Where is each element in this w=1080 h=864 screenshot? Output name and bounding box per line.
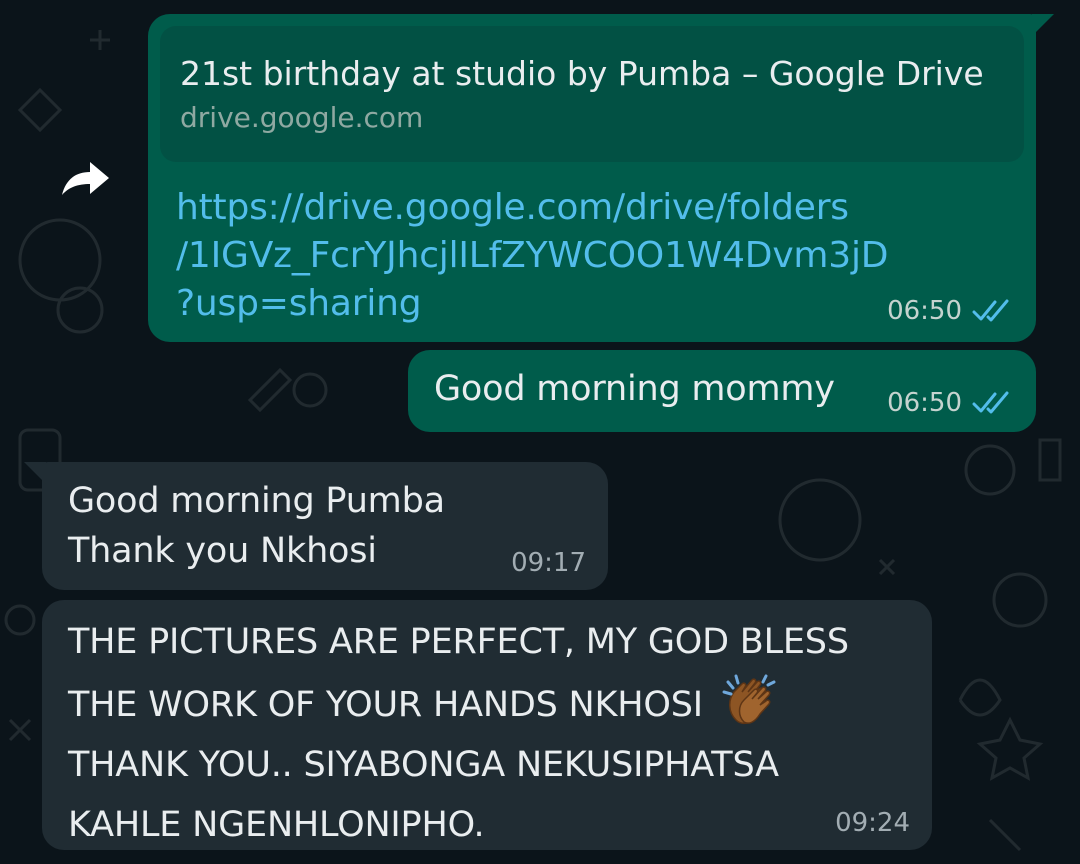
bubble-tail <box>1032 14 1054 36</box>
message-meta: 06:50 <box>887 296 1014 326</box>
message-link[interactable]: https://drive.google.com/drive/folders /… <box>176 184 996 328</box>
message-text: THE PICTURES ARE PERFECT, MY GOD BLESS T… <box>68 612 908 855</box>
message-text: Good morning Pumba Thank you Nkhosi <box>68 481 445 571</box>
clapping-hands-icon <box>722 674 776 725</box>
message-meta: 09:17 <box>511 548 586 578</box>
link-preview-card[interactable]: 21st birthday at studio by Pumba – Googl… <box>160 26 1024 162</box>
message-time: 06:50 <box>887 388 962 418</box>
message-text: Good morning mommy <box>434 369 835 409</box>
message-bubble-outgoing-link[interactable]: 21st birthday at studio by Pumba – Googl… <box>148 14 1054 342</box>
message-bubble-incoming[interactable]: THE PICTURES ARE PERFECT, MY GOD BLESS T… <box>42 600 932 850</box>
message-time: 09:24 <box>835 808 910 838</box>
forward-arrow-icon <box>62 162 109 195</box>
double-check-icon <box>972 391 1014 415</box>
message-time: 09:17 <box>511 548 586 578</box>
bubble-tail <box>24 462 46 484</box>
link-preview-domain: drive.google.com <box>180 101 424 134</box>
chat-conversation: 21st birthday at studio by Pumba – Googl… <box>0 0 1080 864</box>
double-check-icon <box>972 299 1014 323</box>
message-time: 06:50 <box>887 296 962 326</box>
message-meta: 09:24 <box>835 808 910 838</box>
forward-button[interactable] <box>54 155 116 203</box>
message-text-part: THANK YOU.. SIYABONGA NEKUSIPHATSA KAHLE… <box>68 745 779 845</box>
message-meta: 06:50 <box>887 388 1014 418</box>
link-preview-title: 21st birthday at studio by Pumba – Googl… <box>180 54 984 93</box>
